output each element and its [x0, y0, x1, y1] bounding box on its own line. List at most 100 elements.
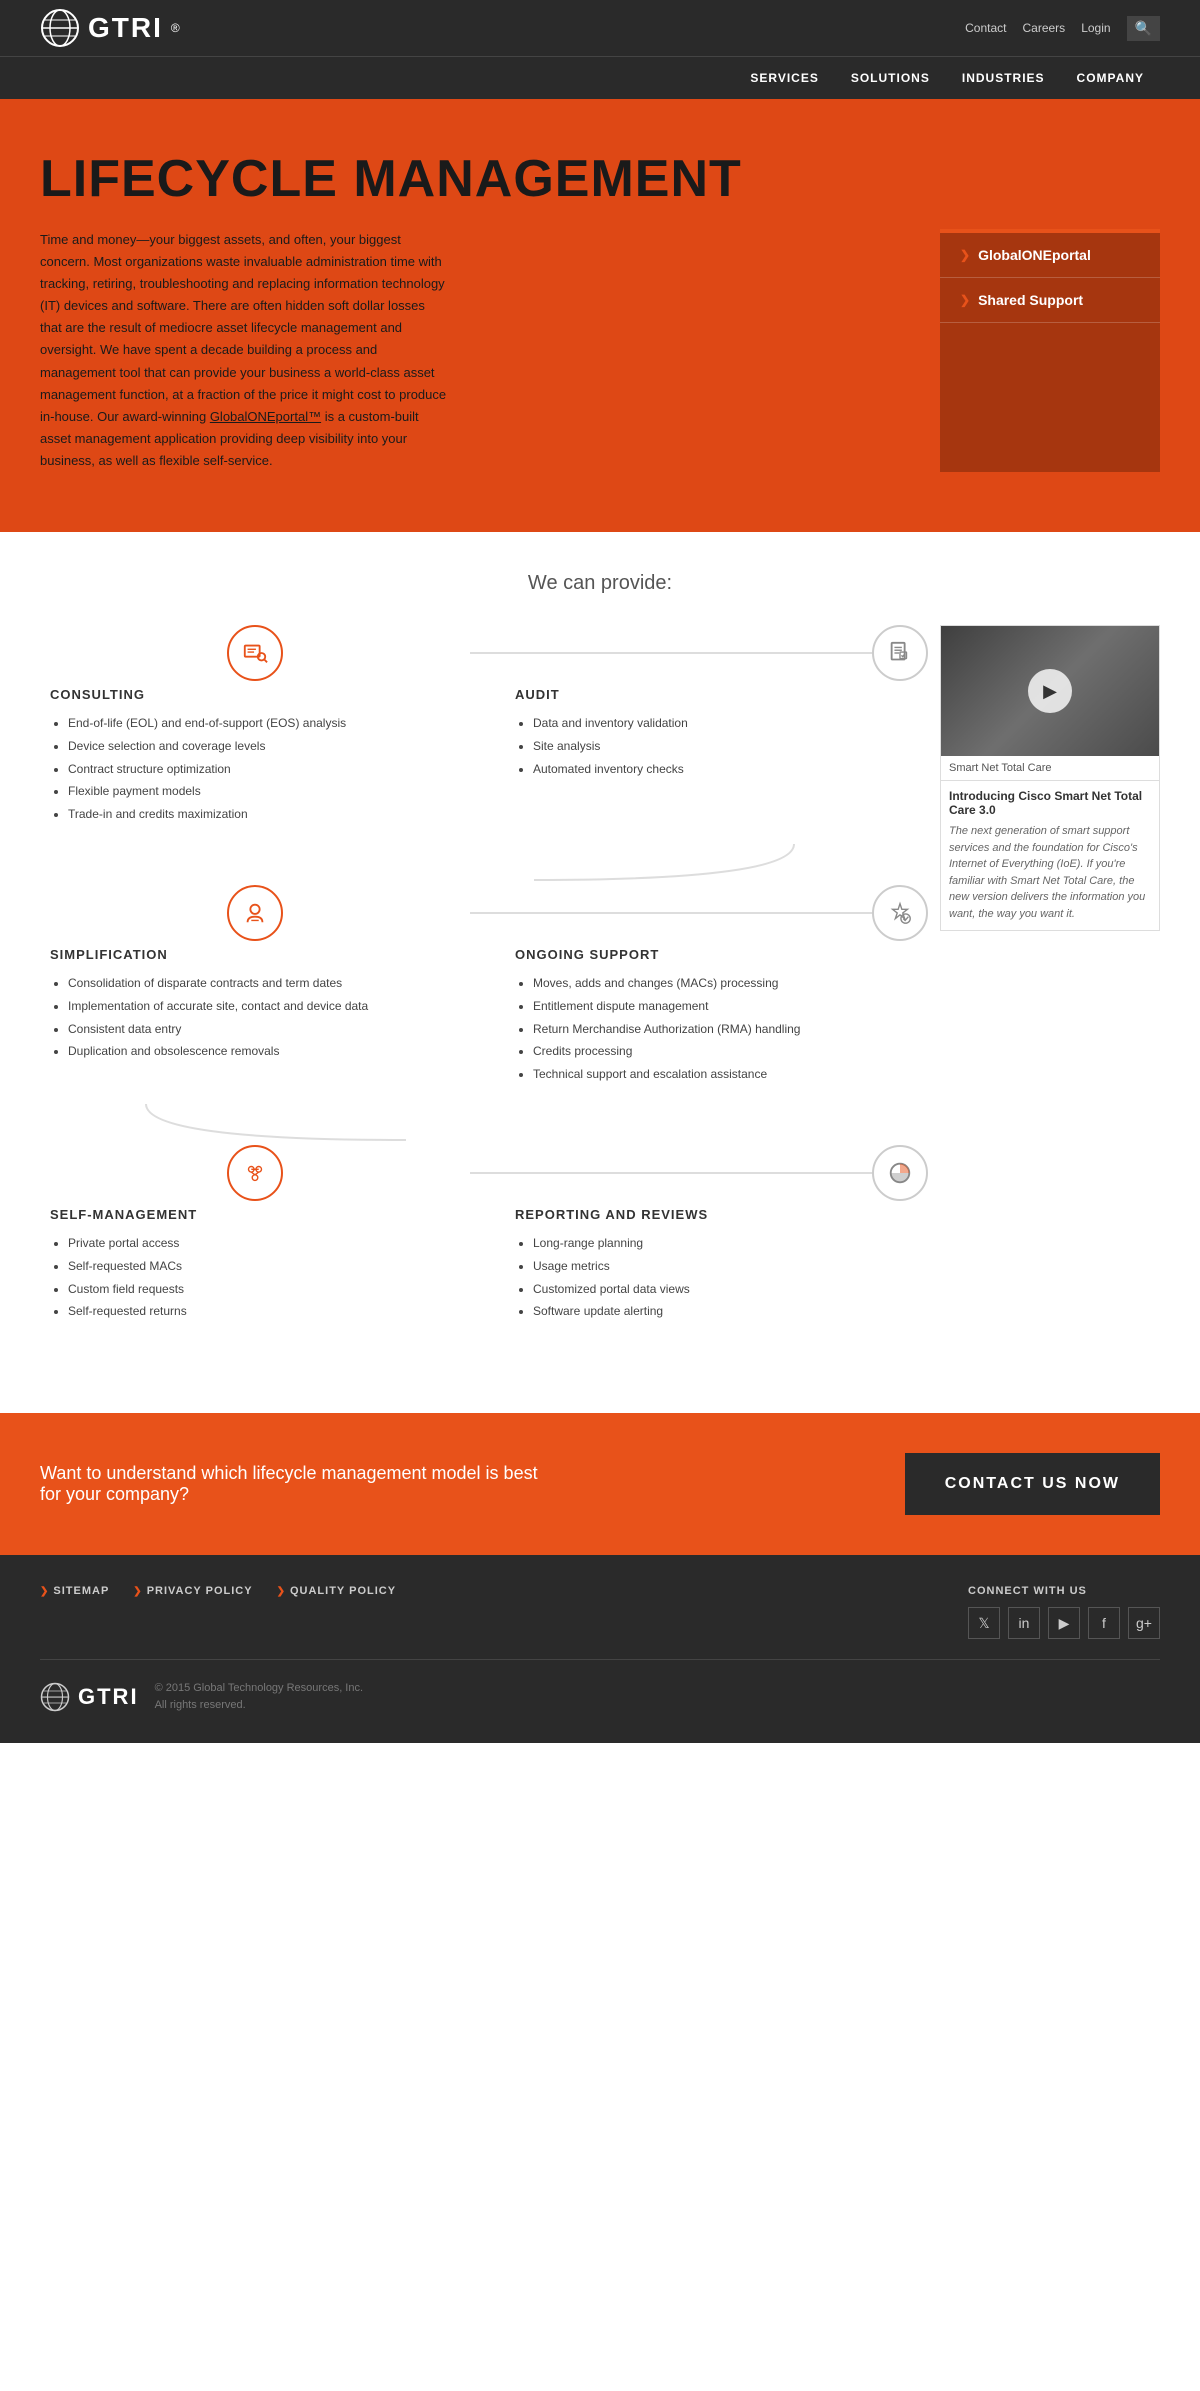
- row1-services: CONSULTING End-of-life (EOL) and end-of-…: [40, 687, 900, 826]
- simplification-icon: [227, 885, 283, 941]
- video-card: ▶ Smart Net Total Care Introducing Cisco…: [940, 625, 1160, 931]
- consulting-icon: [227, 625, 283, 681]
- footer-logo-text: GTRI: [78, 1684, 139, 1710]
- nav-services[interactable]: SERVICES: [734, 57, 834, 99]
- audit-list: Data and inventory validation Site analy…: [515, 712, 890, 780]
- list-item: Contract structure optimization: [68, 758, 445, 781]
- we-provide-label: We can provide:: [40, 572, 1160, 595]
- list-item: Device selection and coverage levels: [68, 735, 445, 758]
- reporting-list: Long-range planning Usage metrics Custom…: [515, 1232, 890, 1323]
- content-row: CONSULTING End-of-life (EOL) and end-of-…: [40, 625, 1160, 1333]
- hero-sidebar: GlobalONEportal Shared Support: [940, 229, 1160, 472]
- row2-services: SIMPLIFICATION Consolidation of disparat…: [40, 947, 900, 1086]
- main-nav: SERVICES SOLUTIONS INDUSTRIES COMPANY: [0, 56, 1200, 99]
- list-item: Self-requested returns: [68, 1300, 445, 1323]
- top-bar: GTRI ® Contact Careers Login 🔍: [0, 0, 1200, 56]
- careers-link[interactable]: Careers: [1023, 21, 1066, 35]
- consulting-list: End-of-life (EOL) and end-of-support (EO…: [50, 712, 445, 826]
- connect-section: CONNECT WITH US 𝕏 in ▶ f g+: [968, 1585, 1160, 1639]
- footer-logo: GTRI: [40, 1682, 139, 1712]
- self-management-block: SELF-MANAGEMENT Private portal access Se…: [40, 1207, 455, 1323]
- hero-title: LIFECYCLE MANAGEMENT: [40, 149, 1160, 209]
- list-item: Return Merchandise Authorization (RMA) h…: [533, 1018, 890, 1041]
- login-link[interactable]: Login: [1081, 21, 1110, 35]
- video-thumbnail[interactable]: ▶: [941, 626, 1159, 756]
- list-item: Site analysis: [533, 735, 890, 758]
- facebook-icon[interactable]: f: [1088, 1607, 1120, 1639]
- privacy-link[interactable]: PRIVACY POLICY: [133, 1585, 252, 1597]
- audit-block: AUDIT Data and inventory validation Site…: [485, 687, 900, 826]
- logo-area: GTRI ®: [40, 8, 180, 48]
- twitter-icon[interactable]: 𝕏: [968, 1607, 1000, 1639]
- youtube-icon[interactable]: ▶: [1048, 1607, 1080, 1639]
- consulting-block: CONSULTING End-of-life (EOL) and end-of-…: [40, 687, 455, 826]
- nav-industries[interactable]: INDUSTRIES: [946, 57, 1061, 99]
- self-management-list: Private portal access Self-requested MAC…: [50, 1232, 445, 1323]
- search-button[interactable]: 🔍: [1127, 16, 1160, 41]
- hero-content: Time and money—your biggest assets, and …: [40, 229, 1160, 472]
- simplification-list: Consolidation of disparate contracts and…: [50, 972, 445, 1063]
- list-item: Credits processing: [533, 1040, 890, 1063]
- ongoing-support-icon: [872, 885, 928, 941]
- logo-text: GTRI: [88, 12, 163, 44]
- footer: SITEMAP PRIVACY POLICY QUALITY POLICY CO…: [0, 1555, 1200, 1743]
- nav-solutions[interactable]: SOLUTIONS: [835, 57, 946, 99]
- video-label: Smart Net Total Care: [941, 756, 1159, 781]
- cta-button[interactable]: CONTACT US NOW: [905, 1453, 1160, 1515]
- list-item: Entitlement dispute management: [533, 995, 890, 1018]
- globaloneportal-link[interactable]: GlobalONEportal™: [210, 409, 321, 424]
- self-management-title: SELF-MANAGEMENT: [50, 1207, 445, 1222]
- video-sidebar: ▶ Smart Net Total Care Introducing Cisco…: [940, 625, 1160, 1333]
- play-button[interactable]: ▶: [1028, 669, 1072, 713]
- video-overlay: ▶: [941, 626, 1159, 756]
- list-item: Self-requested MACs: [68, 1255, 445, 1278]
- sidebar-shared-support[interactable]: Shared Support: [940, 278, 1160, 323]
- consulting-title: CONSULTING: [50, 687, 445, 702]
- social-icons: 𝕏 in ▶ f g+: [968, 1607, 1160, 1639]
- linkedin-icon[interactable]: in: [1008, 1607, 1040, 1639]
- footer-links: SITEMAP PRIVACY POLICY QUALITY POLICY: [40, 1585, 396, 1597]
- list-item: Customized portal data views: [533, 1278, 890, 1301]
- list-item: Consolidation of disparate contracts and…: [68, 972, 445, 995]
- path-curve-1: [456, 842, 872, 882]
- hero-body: Time and money—your biggest assets, and …: [40, 229, 450, 472]
- ongoing-list: Moves, adds and changes (MACs) processin…: [515, 972, 890, 1086]
- contact-link[interactable]: Contact: [965, 21, 1006, 35]
- cta-text: Want to understand which lifecycle manag…: [40, 1463, 540, 1505]
- connect-label: CONNECT WITH US: [968, 1585, 1160, 1597]
- video-title: Introducing Cisco Smart Net Total Care 3…: [949, 789, 1151, 817]
- globe-icon: [40, 8, 80, 48]
- quality-link[interactable]: QUALITY POLICY: [277, 1585, 396, 1597]
- video-info: Introducing Cisco Smart Net Total Care 3…: [941, 781, 1159, 930]
- list-item: Technical support and escalation assista…: [533, 1063, 890, 1086]
- footer-bottom: GTRI © 2015 Global Technology Resources,…: [40, 1660, 1160, 1713]
- list-item: Implementation of accurate site, contact…: [68, 995, 445, 1018]
- googleplus-icon[interactable]: g+: [1128, 1607, 1160, 1639]
- list-item: Flexible payment models: [68, 780, 445, 803]
- list-item: Private portal access: [68, 1232, 445, 1255]
- list-item: Long-range planning: [533, 1232, 890, 1255]
- row3-services: SELF-MANAGEMENT Private portal access Se…: [40, 1207, 900, 1323]
- reporting-block: REPORTING AND REVIEWS Long-range plannin…: [485, 1207, 900, 1323]
- list-item: Trade-in and credits maximization: [68, 803, 445, 826]
- logo-reg: ®: [171, 21, 180, 35]
- list-item: Usage metrics: [533, 1255, 890, 1278]
- audit-icon: [872, 625, 928, 681]
- list-item: Moves, adds and changes (MACs) processin…: [533, 972, 890, 995]
- path-curve-2: [68, 1102, 484, 1142]
- simplification-block: SIMPLIFICATION Consolidation of disparat…: [40, 947, 455, 1086]
- nav-company[interactable]: COMPANY: [1061, 57, 1160, 99]
- sidebar-globaloneportal[interactable]: GlobalONEportal: [940, 233, 1160, 278]
- cta-section: Want to understand which lifecycle manag…: [0, 1413, 1200, 1555]
- audit-title: AUDIT: [515, 687, 890, 702]
- list-item: Custom field requests: [68, 1278, 445, 1301]
- list-item: Data and inventory validation: [533, 712, 890, 735]
- ongoing-support-block: ONGOING SUPPORT Moves, adds and changes …: [485, 947, 900, 1086]
- footer-globe-icon: [40, 1682, 70, 1712]
- hero-section: LIFECYCLE MANAGEMENT Time and money—your…: [0, 99, 1200, 532]
- sitemap-link[interactable]: SITEMAP: [40, 1585, 109, 1597]
- footer-copyright: © 2015 Global Technology Resources, Inc.…: [155, 1680, 363, 1713]
- ongoing-title: ONGOING SUPPORT: [515, 947, 890, 962]
- list-item: Automated inventory checks: [533, 758, 890, 781]
- reporting-icon: [872, 1145, 928, 1201]
